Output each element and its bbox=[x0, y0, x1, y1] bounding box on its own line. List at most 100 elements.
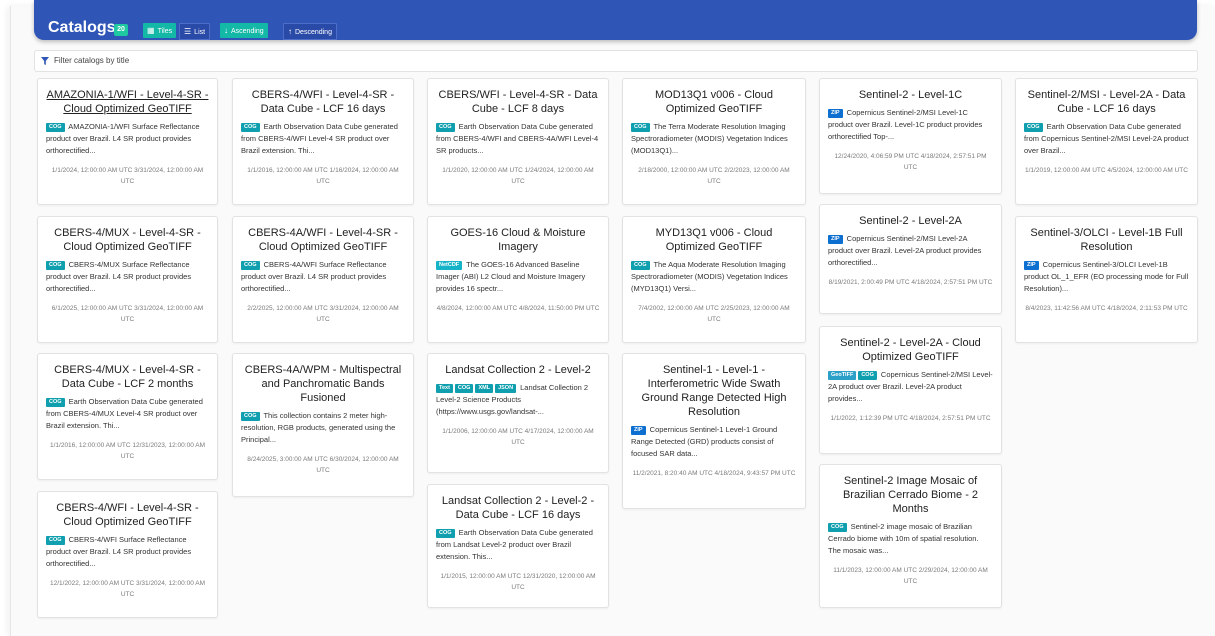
catalog-title[interactable]: Sentinel-2/MSI - Level-2A - Data Cube - … bbox=[1024, 88, 1189, 116]
catalog-description: ZIP Copernicus Sentinel-3/OLCI Level-1B … bbox=[1024, 259, 1189, 295]
catalog-date-range: 8/4/2023, 11:42:56 AM UTC 4/18/2024, 2:1… bbox=[1025, 305, 1188, 312]
catalog-title[interactable]: Sentinel-2 - Level-2A - Cloud Optimized … bbox=[828, 336, 993, 364]
catalog-description: COG Earth Observation Data Cube generate… bbox=[436, 121, 600, 157]
description-text: Earth Observation Data Cube generated fr… bbox=[46, 397, 203, 430]
sort-ascending-button[interactable]: ↓ Ascending bbox=[220, 23, 268, 38]
catalog-date-range: 11/1/2023, 12:00:00 AM UTC 2/29/2024, 12… bbox=[833, 567, 988, 585]
catalog-title[interactable]: CBERS-4A/WPM - Multispectral and Panchro… bbox=[241, 363, 405, 405]
catalog-card[interactable]: CBERS-4/MUX - Level-4-SR - Data Cube - L… bbox=[37, 353, 218, 480]
catalog-title[interactable]: CBERS/WFI - Level-4-SR - Data Cube - LCF… bbox=[436, 88, 600, 116]
catalog-card[interactable]: Sentinel-2 - Level-2A - Cloud Optimized … bbox=[819, 326, 1002, 454]
list-view-button[interactable]: ☰ List bbox=[179, 23, 211, 40]
catalog-card[interactable]: CBERS-4/MUX - Level-4-SR - Cloud Optimiz… bbox=[37, 216, 218, 343]
catalog-title[interactable]: AMAZONIA-1/WFI - Level-4-SR - Cloud Opti… bbox=[46, 88, 209, 116]
description-text: CBERS-4A/WFI Surface Reflectance product… bbox=[241, 260, 387, 293]
catalog-date-range: 1/1/2024, 12:00:00 AM UTC 3/31/2024, 12:… bbox=[51, 167, 204, 185]
catalog-description: COG Earth Observation Data Cube generate… bbox=[241, 121, 405, 157]
sort-descending-button[interactable]: ↑ Descending bbox=[283, 23, 337, 40]
page-title: Catalogs bbox=[48, 19, 116, 36]
catalog-date-range: 1/1/2020, 12:00:00 AM UTC 1/24/2024, 12:… bbox=[442, 167, 594, 185]
format-badge: COG bbox=[241, 123, 260, 132]
catalog-card[interactable]: CBERS-4/WFI - Level-4-SR - Data Cube - L… bbox=[232, 78, 414, 205]
catalog-description: GeoTIFF COG Copernicus Sentinel-2/MSI Lev… bbox=[828, 369, 993, 405]
catalog-date-range: 2/2/2025, 12:00:00 AM UTC 3/31/2024, 12:… bbox=[247, 305, 399, 323]
catalog-card[interactable]: Sentinel-2 - Level-2A ZIP Copernicus Sent… bbox=[819, 204, 1002, 314]
description-text: Earth Observation Data Cube generated fr… bbox=[241, 122, 398, 155]
description-text: Copernicus Sentinel-1 Level-1 Ground Ran… bbox=[631, 425, 778, 458]
catalog-date-range: 4/8/2024, 12:00:00 AM UTC 4/8/2024, 11:5… bbox=[436, 305, 600, 312]
description-text: The Terra Moderate Resolution Imaging Sp… bbox=[631, 122, 788, 155]
catalog-description: COG The Terra Moderate Resolution Imagin… bbox=[631, 121, 797, 157]
catalog-card[interactable]: Landsat Collection 2 - Level-2 Text COG XML… bbox=[427, 353, 609, 473]
catalog-card[interactable]: AMAZONIA-1/WFI - Level-4-SR - Cloud Opti… bbox=[37, 78, 218, 205]
catalog-title[interactable]: Sentinel-2 - Level-1C bbox=[828, 88, 993, 102]
catalog-title[interactable]: CBERS-4/MUX - Level-4-SR - Cloud Optimiz… bbox=[46, 226, 209, 254]
description-text: Earth Observation Data Cube generated fr… bbox=[436, 528, 593, 561]
catalog-card[interactable]: CBERS-4/WFI - Level-4-SR - Cloud Optimiz… bbox=[37, 491, 218, 618]
catalog-title[interactable]: MOD13Q1 v006 - Cloud Optimized GeoTIFF bbox=[631, 88, 797, 116]
format-badge: XML bbox=[475, 384, 494, 393]
format-badge: COG bbox=[46, 536, 65, 545]
catalog-card[interactable]: Sentinel-1 - Level-1 - Interferometric W… bbox=[622, 353, 806, 509]
catalog-card[interactable]: CBERS/WFI - Level-4-SR - Data Cube - LCF… bbox=[427, 78, 609, 205]
catalog-date-range: 6/1/2025, 12:00:00 AM UTC 3/31/2024, 12:… bbox=[51, 305, 204, 323]
description-text: Copernicus Sentinel-3/OLCI Level-1B prod… bbox=[1024, 260, 1189, 293]
catalog-title[interactable]: Sentinel-2 - Level-2A bbox=[828, 214, 993, 228]
catalog-title[interactable]: MYD13Q1 v006 - Cloud Optimized GeoTIFF bbox=[631, 226, 797, 254]
catalog-title[interactable]: Sentinel-3/OLCI - Level-1B Full Resoluti… bbox=[1024, 226, 1189, 254]
format-badge: COG bbox=[46, 261, 65, 270]
catalog-title[interactable]: CBERS-4A/WFI - Level-4-SR - Cloud Optimi… bbox=[241, 226, 405, 254]
catalog-description: COG Earth Observation Data Cube generate… bbox=[1024, 121, 1189, 157]
format-badge: ZIP bbox=[1024, 261, 1039, 270]
format-badge: COG bbox=[858, 371, 877, 380]
format-badge: COG bbox=[241, 412, 260, 421]
catalog-date-range: 7/4/2002, 12:00:00 AM UTC 2/25/2023, 12:… bbox=[638, 305, 790, 323]
catalog-title[interactable]: Landsat Collection 2 - Level-2 - Data Cu… bbox=[436, 494, 600, 522]
description-text: The Aqua Moderate Resolution Imaging Spe… bbox=[631, 260, 788, 293]
catalog-title[interactable]: Sentinel-1 - Level-1 - Interferometric W… bbox=[631, 363, 797, 419]
catalog-card[interactable]: CBERS-4A/WFI - Level-4-SR - Cloud Optimi… bbox=[232, 216, 414, 343]
catalog-title[interactable]: GOES-16 Cloud & Moisture Imagery bbox=[436, 226, 600, 254]
tiles-view-button[interactable]: ▦ Tiles bbox=[143, 23, 177, 38]
catalog-description: ZIP Copernicus Sentinel-2/MSI Level-1C p… bbox=[828, 107, 993, 143]
catalog-card[interactable]: Landsat Collection 2 - Level-2 - Data Cu… bbox=[427, 484, 609, 608]
catalog-card[interactable]: Sentinel-2 Image Mosaic of Brazilian Cer… bbox=[819, 464, 1002, 608]
catalog-title[interactable]: CBERS-4/MUX - Level-4-SR - Data Cube - L… bbox=[46, 363, 209, 391]
catalog-date-range: 1/1/2016, 12:00:00 AM UTC 1/16/2024, 12:… bbox=[247, 167, 399, 185]
catalog-card[interactable]: Sentinel-2 - Level-1C ZIP Copernicus Sent… bbox=[819, 78, 1002, 194]
format-badge: COG bbox=[436, 529, 455, 538]
description-text: Sentinel-2 image mosaic of Brazilian Cer… bbox=[828, 522, 979, 555]
format-badge: COG bbox=[46, 123, 65, 132]
catalog-date-range: 12/1/2022, 12:00:00 AM UTC 3/31/2024, 12… bbox=[49, 580, 206, 598]
description-text: CBERS-4/MUX Surface Reflectance product … bbox=[46, 260, 192, 293]
catalog-title[interactable]: CBERS-4/WFI - Level-4-SR - Cloud Optimiz… bbox=[46, 501, 209, 529]
catalog-date-range: 11/2/2021, 8:20:40 AM UTC 4/18/2024, 9:4… bbox=[632, 470, 796, 477]
catalog-title[interactable]: Landsat Collection 2 - Level-2 bbox=[436, 363, 600, 377]
description-text: Copernicus Sentinel-2/MSI Level-1C produ… bbox=[828, 108, 983, 141]
format-badge: COG bbox=[1024, 123, 1043, 132]
catalog-filter[interactable]: Filter catalogs by title bbox=[34, 50, 1198, 72]
catalog-card[interactable]: Sentinel-2/MSI - Level-2A - Data Cube - … bbox=[1015, 78, 1198, 205]
filter-input[interactable]: Filter catalogs by title bbox=[54, 56, 129, 65]
catalog-description: Text COG XML JSON Landsat Collection 2 Leve… bbox=[436, 382, 600, 418]
format-badge: COG bbox=[631, 261, 650, 270]
catalog-description: ZIP Copernicus Sentinel-1 Level-1 Ground… bbox=[631, 424, 797, 460]
format-badge: COG bbox=[828, 523, 847, 532]
description-text: This collection contains 2 meter high-re… bbox=[241, 411, 396, 444]
catalog-description: COG AMAZONIA-1/WFI Surface Reflectance p… bbox=[46, 121, 209, 157]
format-badge: COG bbox=[241, 261, 260, 270]
catalog-date-range: 8/24/2025, 3:00:00 AM UTC 6/30/2024, 12:… bbox=[247, 456, 399, 474]
list-icon: ☰ bbox=[184, 27, 192, 36]
description-text: CBERS-4/WFI Surface Reflectance product … bbox=[46, 535, 192, 568]
catalog-card[interactable]: MYD13Q1 v006 - Cloud Optimized GeoTIFF CO… bbox=[622, 216, 806, 343]
catalog-card[interactable]: GOES-16 Cloud & Moisture Imagery NetCDF T… bbox=[427, 216, 609, 343]
catalog-title[interactable]: CBERS-4/WFI - Level-4-SR - Data Cube - L… bbox=[241, 88, 405, 116]
catalog-description: NetCDF The GOES-16 Advanced Baseline Ima… bbox=[436, 259, 600, 295]
catalog-description: COG Sentinel-2 image mosaic of Brazilian… bbox=[828, 521, 993, 557]
catalog-card[interactable]: Sentinel-3/OLCI - Level-1B Full Resoluti… bbox=[1015, 216, 1198, 343]
format-badge: ZIP bbox=[828, 109, 843, 118]
catalog-date-range: 1/1/2022, 1:12:39 PM UTC 4/18/2024, 2:57… bbox=[830, 415, 991, 422]
catalog-card[interactable]: CBERS-4A/WPM - Multispectral and Panchro… bbox=[232, 353, 414, 497]
catalog-title[interactable]: Sentinel-2 Image Mosaic of Brazilian Cer… bbox=[828, 474, 993, 516]
catalog-card[interactable]: MOD13Q1 v006 - Cloud Optimized GeoTIFF CO… bbox=[622, 78, 806, 205]
